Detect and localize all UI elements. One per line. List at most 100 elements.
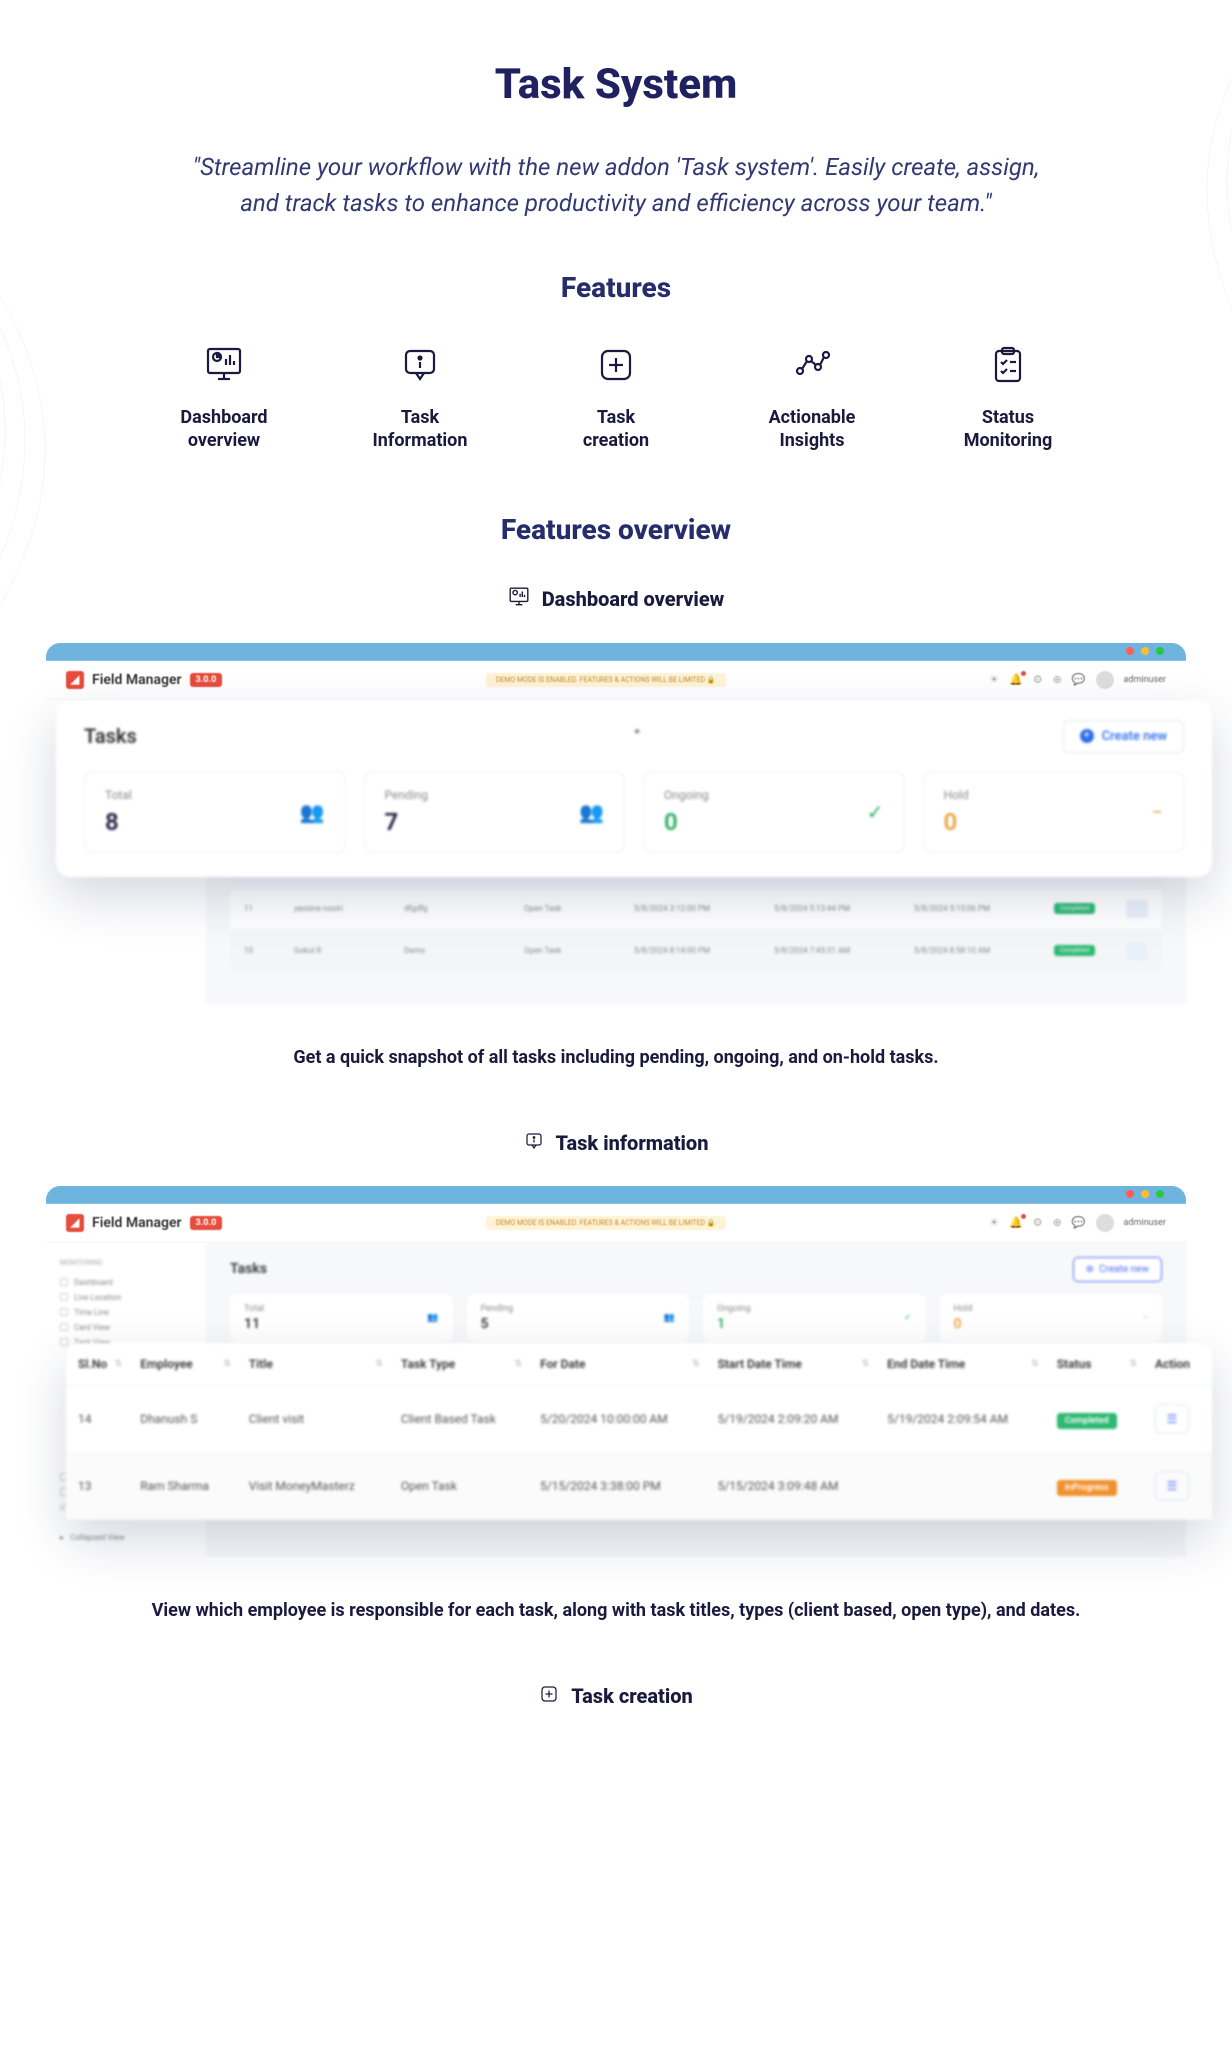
bell-icon[interactable]: 🔔 xyxy=(1009,1216,1023,1229)
status-badge: InProgress xyxy=(1057,1480,1117,1496)
section2-caption: View which employee is responsible for e… xyxy=(91,1597,1141,1624)
users-icon: 👥 xyxy=(664,1313,675,1323)
chat-icon[interactable]: 💬 xyxy=(1072,673,1086,686)
app-brand: Field Manager xyxy=(92,672,182,688)
col-end[interactable]: End Date Time⇅ xyxy=(875,1343,1045,1386)
create-new-button[interactable]: + Create new xyxy=(1063,720,1184,753)
users-icon: 👥 xyxy=(427,1313,438,1323)
create-new-label: Create new xyxy=(1102,729,1167,744)
user-minus-icon: − xyxy=(1143,1313,1148,1323)
section-heading-text: Task creation xyxy=(571,1684,693,1708)
app-logo-mark: ◢ xyxy=(66,1214,84,1232)
dashboard-icon xyxy=(508,586,530,613)
bell-icon[interactable]: 🔔 xyxy=(1009,673,1023,686)
insights-icon xyxy=(791,344,833,386)
app-brand: Field Manager xyxy=(92,1215,182,1231)
gear-icon[interactable]: ⚙ xyxy=(1033,1216,1043,1229)
globe-icon[interactable]: ⊕ xyxy=(1053,1216,1062,1229)
demo-banner: DEMO MODE IS ENABLED. FEATURES & ACTIONS… xyxy=(486,1216,726,1230)
stat-ongoing: Ongoing0 ✓ xyxy=(643,771,905,853)
page-title: Task System xyxy=(40,60,1192,109)
features-row: Dashboardoverview TaskInformation Taskcr… xyxy=(166,344,1066,453)
plus-icon: + xyxy=(1080,729,1094,743)
screenshot-taskinfo: ◢ Field Manager 3.0.0 DEMO MODE IS ENABL… xyxy=(46,1186,1186,1557)
avatar[interactable] xyxy=(1096,671,1114,689)
view-action-button[interactable]: ☰ xyxy=(1155,1471,1189,1501)
plus-box-icon xyxy=(539,1684,559,1709)
sidebar-collapse[interactable]: ▸Collapsed View xyxy=(54,1530,198,1545)
stat-total: Total8 👥 xyxy=(84,771,346,853)
col-start[interactable]: Start Date Time⇅ xyxy=(706,1343,876,1386)
demo-banner: DEMO MODE IS ENABLED. FEATURES & ACTIONS… xyxy=(486,673,726,687)
tasks-title: Tasks xyxy=(230,1261,267,1277)
feature-label: Dashboard xyxy=(180,407,267,428)
feature-label: creation xyxy=(583,430,649,451)
col-tasktype[interactable]: Task Type⇅ xyxy=(389,1343,528,1386)
col-title[interactable]: Title⇅ xyxy=(237,1343,389,1386)
users-icon: 👥 xyxy=(579,800,604,824)
feature-status: StatusMonitoring xyxy=(950,344,1066,453)
topbar-icons: ☀ 🔔 ⚙ ⊕ 💬 adminuser xyxy=(989,1214,1166,1232)
section1-caption: Get a quick snapshot of all tasks includ… xyxy=(91,1044,1141,1071)
col-status[interactable]: Status⇅ xyxy=(1045,1343,1143,1386)
app-topbar: ◢ Field Manager 3.0.0 DEMO MODE IS ENABL… xyxy=(46,1204,1186,1243)
checklist-icon xyxy=(987,344,1029,386)
app-logo: ◢ Field Manager 3.0.0 xyxy=(66,671,222,689)
chat-icon[interactable]: 💬 xyxy=(1072,1216,1086,1229)
gear-icon[interactable]: ⚙ xyxy=(1033,673,1043,686)
tasks-summary-card: Tasks ⌖ + Create new Total8 👥 xyxy=(56,700,1212,877)
tasks-table: Sl.No⇅ Employee⇅ Title⇅ Task Type⇅ For D… xyxy=(66,1343,1212,1520)
users-icon: 👥 xyxy=(300,800,325,824)
section-heading-text: Dashboard overview xyxy=(542,587,725,611)
feature-label: overview xyxy=(188,430,260,451)
feature-label: Monitoring xyxy=(964,430,1053,451)
avatar[interactable] xyxy=(1096,1214,1114,1232)
table-row: 13 Ram Sharma Visit MoneyMasterz Open Ta… xyxy=(66,1452,1212,1519)
traffic-lights xyxy=(1126,647,1164,655)
feature-label: Task xyxy=(597,407,635,428)
feature-label: Insights xyxy=(779,430,844,451)
section-heading-text: Task information xyxy=(556,1131,709,1155)
table-row: 11yassine nouiridfgdfgOpen Task5/8/2024 … xyxy=(230,890,1162,928)
sidebar-item[interactable]: Dashboard xyxy=(54,1275,198,1290)
table-row: 10Gokul RDemoOpen Task5/8/2024 8:14:00 P… xyxy=(230,932,1162,970)
section-taskcreation-heading: Task creation xyxy=(40,1684,1192,1709)
col-slno[interactable]: Sl.No⇅ xyxy=(66,1343,128,1386)
view-action-button[interactable]: ☰ xyxy=(1155,1404,1189,1434)
topbar-icons: ☀ 🔔 ⚙ ⊕ 💬 adminuser xyxy=(989,671,1166,689)
cursor-icon: ⌖ xyxy=(634,725,640,739)
feature-label: Information xyxy=(373,430,468,451)
stat-hold: Hold0− xyxy=(940,1294,1163,1342)
tagline: "Streamline your workflow with the new a… xyxy=(176,149,1056,221)
stat-ongoing: Ongoing1✓ xyxy=(703,1294,926,1342)
sidebar-item[interactable]: Card View xyxy=(54,1320,198,1335)
feature-insights: ActionableInsights xyxy=(754,344,870,453)
sidebar-item[interactable]: Live Location xyxy=(54,1290,198,1305)
stat-pending: Pending7 👥 xyxy=(364,771,626,853)
create-new-button[interactable]: ⊕Create new xyxy=(1073,1257,1162,1282)
user-check-icon: ✓ xyxy=(904,1313,912,1323)
feature-dashboard: Dashboardoverview xyxy=(166,344,282,453)
sun-icon[interactable]: ☀ xyxy=(989,1216,999,1229)
globe-icon[interactable]: ⊕ xyxy=(1053,673,1062,686)
tasks-title: Tasks xyxy=(84,724,137,748)
sun-icon[interactable]: ☀ xyxy=(989,673,999,686)
user-name: adminuser xyxy=(1124,675,1166,685)
sidebar-item[interactable]: Time Line xyxy=(54,1305,198,1320)
info-icon xyxy=(399,344,441,386)
app-version-badge: 3.0.0 xyxy=(190,1216,223,1230)
section-taskinfo-heading: Task information xyxy=(40,1131,1192,1156)
col-fordate[interactable]: For Date⇅ xyxy=(528,1343,705,1386)
user-check-icon: ✓ xyxy=(867,800,884,824)
window-chrome xyxy=(46,1186,1186,1204)
dashboard-icon xyxy=(203,344,245,386)
user-minus-icon: − xyxy=(1152,800,1163,824)
feature-task-creation: Taskcreation xyxy=(558,344,674,453)
feature-label: Task xyxy=(401,407,439,428)
feature-label: Status xyxy=(982,407,1034,428)
col-employee[interactable]: Employee⇅ xyxy=(128,1343,237,1386)
app-logo-mark: ◢ xyxy=(66,671,84,689)
stat-hold: Hold0 − xyxy=(923,771,1185,853)
features-heading: Features xyxy=(40,271,1192,304)
info-icon xyxy=(524,1131,544,1156)
